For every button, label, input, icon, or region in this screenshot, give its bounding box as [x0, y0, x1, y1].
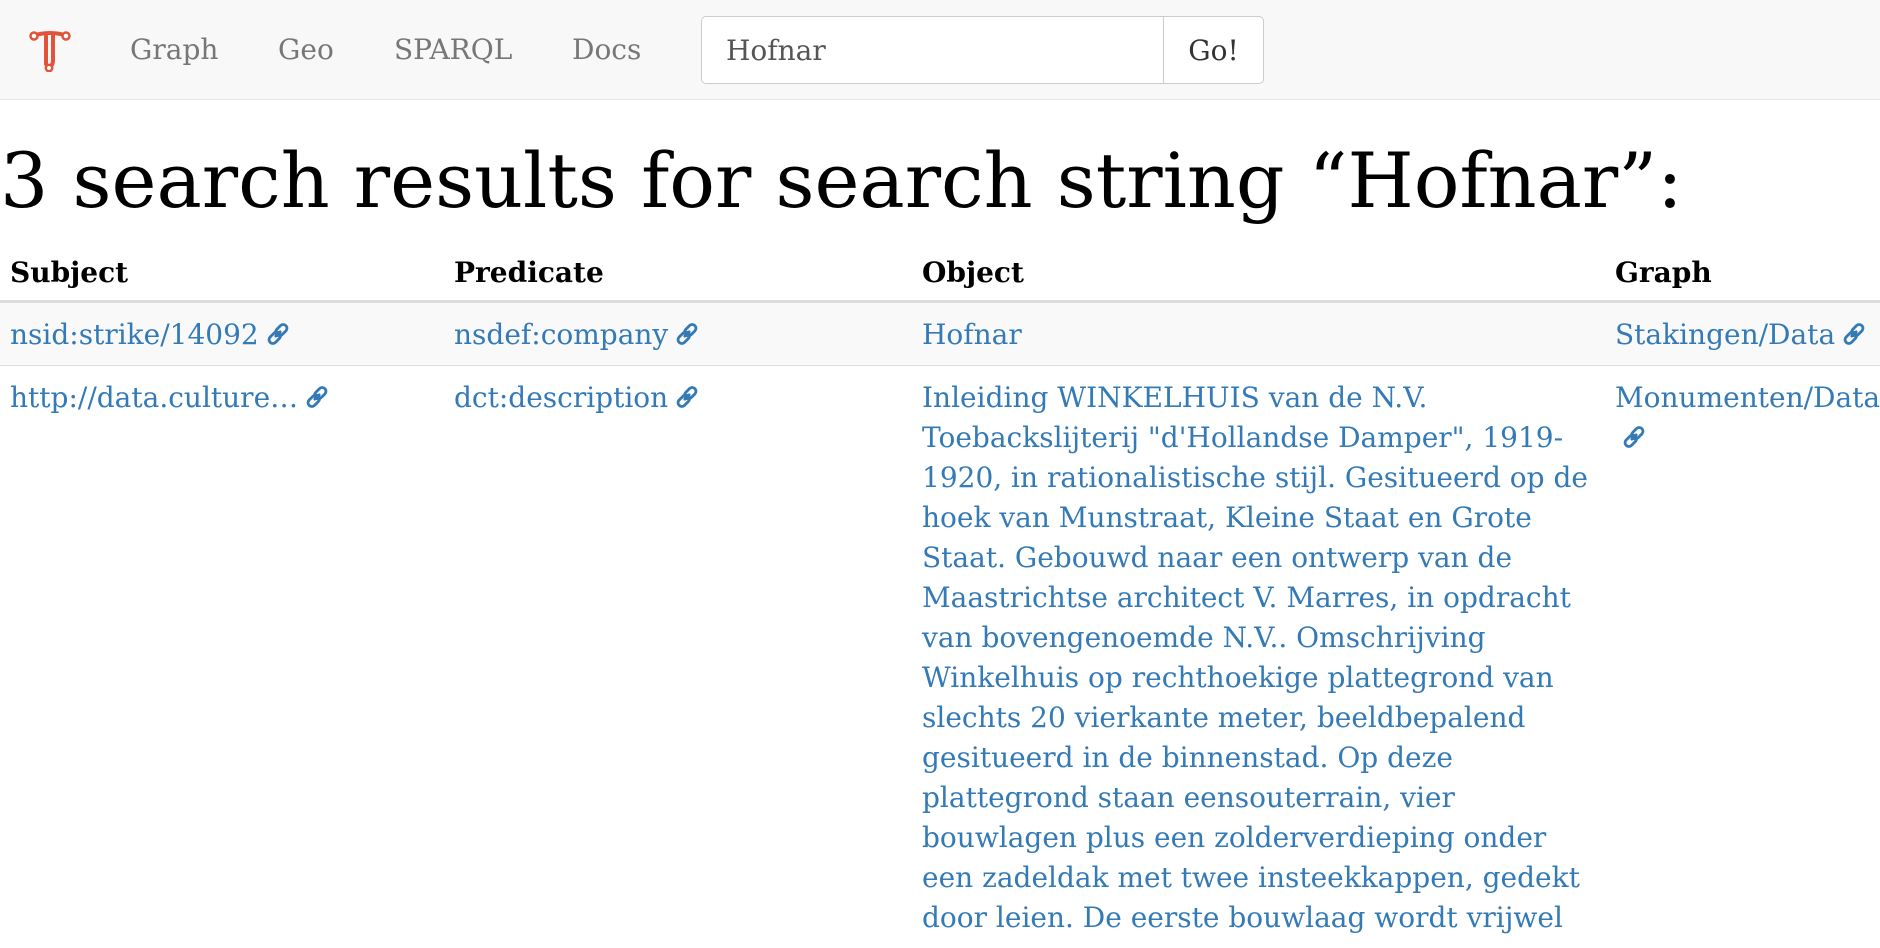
object-cell: Hofnar — [912, 302, 1605, 366]
triply-logo-icon[interactable] — [28, 28, 72, 72]
column-header-predicate: Predicate — [444, 244, 912, 302]
subject-link[interactable]: http://data.culture… — [10, 381, 298, 414]
predicate-cell: dct:description — [444, 366, 912, 948]
predicate-link[interactable]: dct:description — [454, 381, 668, 414]
predicate-link[interactable]: nsdef:company — [454, 318, 668, 351]
link-icon[interactable] — [674, 321, 700, 347]
column-header-object: Object — [912, 244, 1605, 302]
object-link[interactable]: Inleiding WINKELHUIS van de N.V. Toeback… — [922, 381, 1588, 934]
table-row: nsid:strike/14092 nsdef:company Hofnar S… — [0, 302, 1880, 366]
search-form: Go! — [701, 16, 1264, 84]
table-header-row: Subject Predicate Object Graph — [0, 244, 1880, 302]
link-icon[interactable] — [265, 321, 291, 347]
object-cell: Inleiding WINKELHUIS van de N.V. Toeback… — [912, 366, 1605, 948]
object-link[interactable]: Hofnar — [922, 318, 1022, 351]
column-header-subject: Subject — [0, 244, 444, 302]
results-table: Subject Predicate Object Graph nsid:stri… — [0, 244, 1880, 948]
graph-link[interactable]: Stakingen/Data — [1615, 318, 1835, 351]
subject-cell: http://data.culture… — [0, 366, 444, 948]
predicate-cell: nsdef:company — [444, 302, 912, 366]
nav-geo[interactable]: Geo — [278, 30, 334, 70]
subject-cell: nsid:strike/14092 — [0, 302, 444, 366]
link-icon[interactable] — [1841, 321, 1867, 347]
link-icon[interactable] — [304, 384, 330, 410]
column-header-graph: Graph — [1605, 244, 1880, 302]
nav-sparql[interactable]: SPARQL — [394, 30, 512, 70]
graph-cell: Stakingen/Data — [1605, 302, 1880, 366]
page-title: 3 search results for search string “Hofn… — [0, 135, 1683, 227]
go-button[interactable]: Go! — [1164, 16, 1264, 84]
link-icon[interactable] — [1621, 424, 1647, 450]
graph-link[interactable]: Monumenten/Data — [1615, 381, 1880, 414]
link-icon[interactable] — [674, 384, 700, 410]
table-row: http://data.culture… dct:description Inl… — [0, 366, 1880, 948]
nav-graph[interactable]: Graph — [130, 30, 218, 70]
navbar: Graph Geo SPARQL Docs Go! — [0, 0, 1880, 100]
nav-docs[interactable]: Docs — [572, 30, 641, 70]
search-input[interactable] — [701, 16, 1164, 84]
graph-cell: Monumenten/Data — [1605, 366, 1880, 948]
subject-link[interactable]: nsid:strike/14092 — [10, 318, 259, 351]
